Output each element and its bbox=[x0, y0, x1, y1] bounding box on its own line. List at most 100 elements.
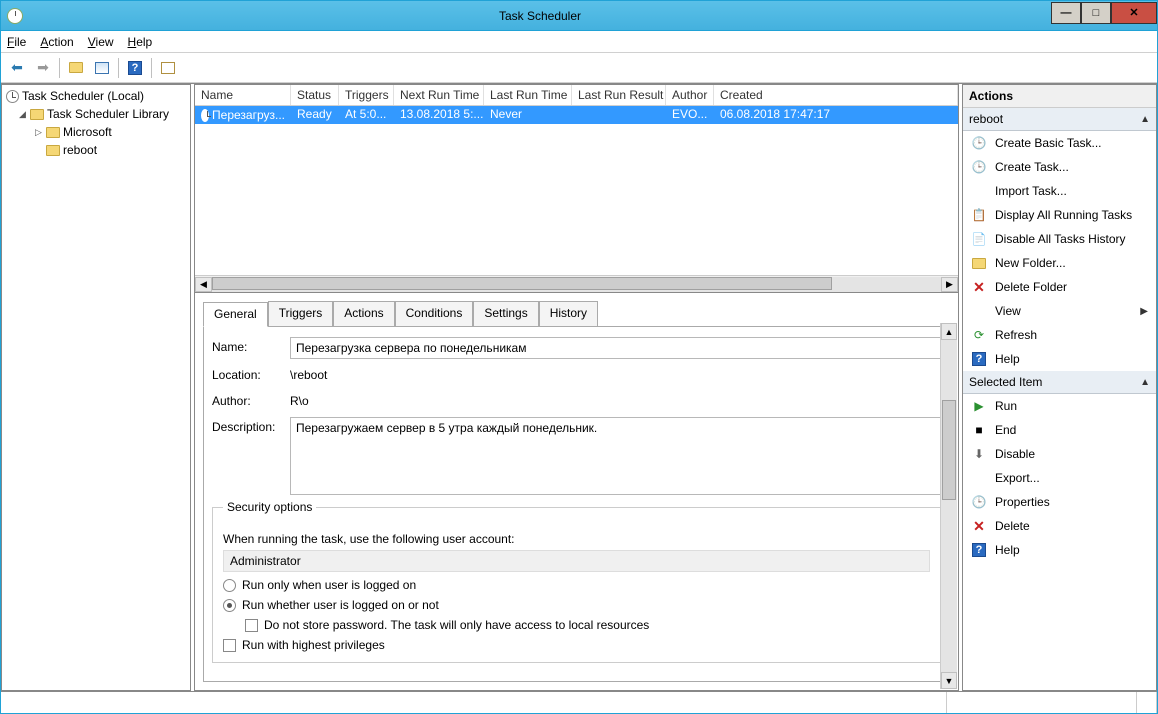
minimize-button[interactable]: — bbox=[1051, 2, 1081, 24]
col-status[interactable]: Status bbox=[291, 85, 339, 105]
action-view[interactable]: View▶ bbox=[963, 299, 1156, 323]
folder-icon bbox=[69, 62, 83, 73]
task-list-body: Перезагруз... Ready At 5:0... 13.08.2018… bbox=[195, 106, 958, 275]
field-name[interactable]: Перезагрузка сервера по понедельникам bbox=[290, 337, 941, 359]
scroll-right-button[interactable]: ▶ bbox=[941, 277, 958, 292]
menu-view[interactable]: View bbox=[88, 35, 114, 49]
check-highest-label: Run with highest privileges bbox=[242, 638, 385, 652]
field-author: R\o bbox=[290, 391, 941, 411]
action-label: Import Task... bbox=[995, 184, 1067, 198]
back-button[interactable]: ⬅ bbox=[5, 56, 29, 80]
forward-button[interactable]: ➡ bbox=[31, 56, 55, 80]
col-author[interactable]: Author bbox=[666, 85, 714, 105]
actions-header-reboot[interactable]: reboot▲ bbox=[963, 108, 1156, 131]
action-export[interactable]: Export... bbox=[963, 466, 1156, 490]
cell-name: Перезагруз... bbox=[212, 108, 285, 122]
scroll-left-button[interactable]: ◀ bbox=[195, 277, 212, 292]
toolbar-folder-button[interactable] bbox=[64, 56, 88, 80]
tab-actions[interactable]: Actions bbox=[333, 301, 394, 326]
actions-pane: Actions reboot▲ 🕒Create Basic Task... 🕒C… bbox=[962, 84, 1157, 691]
action-disable[interactable]: ⬇Disable bbox=[963, 442, 1156, 466]
tree-reboot[interactable]: reboot bbox=[4, 141, 188, 159]
expander-icon[interactable]: ▷ bbox=[34, 128, 43, 137]
tree-library[interactable]: ◢ Task Scheduler Library bbox=[4, 105, 188, 123]
action-delete-folder[interactable]: ✕Delete Folder bbox=[963, 275, 1156, 299]
content: Task Scheduler (Local) ◢ Task Scheduler … bbox=[1, 83, 1157, 691]
action-create-basic[interactable]: 🕒Create Basic Task... bbox=[963, 131, 1156, 155]
action-end[interactable]: ■End bbox=[963, 418, 1156, 442]
running-icon: 📋 bbox=[971, 207, 987, 223]
toolbar-pane-button[interactable] bbox=[90, 56, 114, 80]
toolbar-help-button[interactable]: ? bbox=[123, 56, 147, 80]
scroll-thumb[interactable] bbox=[212, 277, 832, 290]
label-author: Author: bbox=[212, 391, 282, 408]
col-lastrun[interactable]: Last Run Time bbox=[484, 85, 572, 105]
col-nextrun[interactable]: Next Run Time bbox=[394, 85, 484, 105]
scroll-track[interactable] bbox=[212, 277, 941, 292]
window-title: Task Scheduler bbox=[29, 9, 1051, 23]
action-help[interactable]: ?Help bbox=[963, 347, 1156, 371]
menu-action[interactable]: Action bbox=[40, 35, 73, 49]
actions-header-label: reboot bbox=[969, 112, 1003, 126]
tree-microsoft[interactable]: ▷ Microsoft bbox=[4, 123, 188, 141]
tab-general[interactable]: General bbox=[203, 302, 268, 327]
action-new-folder[interactable]: New Folder... bbox=[963, 251, 1156, 275]
action-create[interactable]: 🕒Create Task... bbox=[963, 155, 1156, 179]
separator bbox=[59, 58, 60, 78]
vscrollbar[interactable]: ▲ ▼ bbox=[940, 323, 957, 689]
tree-root[interactable]: Task Scheduler (Local) bbox=[4, 87, 188, 105]
cell-lastrun: Never bbox=[484, 106, 572, 124]
action-refresh[interactable]: ⟳Refresh bbox=[963, 323, 1156, 347]
action-disable-history[interactable]: 📄Disable All Tasks History bbox=[963, 227, 1156, 251]
action-properties[interactable]: 🕒Properties bbox=[963, 490, 1156, 514]
scroll-thumb[interactable] bbox=[942, 400, 956, 500]
action-label: Run bbox=[995, 399, 1017, 413]
action-run[interactable]: ▶Run bbox=[963, 394, 1156, 418]
scroll-up-button[interactable]: ▲ bbox=[941, 323, 957, 340]
field-location: \reboot bbox=[290, 365, 941, 385]
action-label: View bbox=[995, 304, 1132, 318]
close-button[interactable]: ✕ bbox=[1111, 2, 1157, 24]
statusbar bbox=[1, 691, 1157, 713]
tab-settings[interactable]: Settings bbox=[473, 301, 538, 326]
delete-icon: ✕ bbox=[971, 518, 987, 534]
scroll-down-button[interactable]: ▼ bbox=[941, 672, 957, 689]
col-name[interactable]: Name bbox=[195, 85, 291, 105]
scroll-track[interactable] bbox=[941, 340, 957, 672]
action-label: Disable bbox=[995, 447, 1035, 461]
actions-header-selected[interactable]: Selected Item▲ bbox=[963, 371, 1156, 394]
hscrollbar[interactable]: ◀ ▶ bbox=[195, 275, 958, 292]
field-description[interactable]: Перезагружаем сервер в 5 утра каждый пон… bbox=[290, 417, 941, 495]
radio-icon bbox=[223, 599, 236, 612]
radio-whether-label: Run whether user is logged on or not bbox=[242, 598, 439, 612]
maximize-button[interactable]: □ bbox=[1081, 2, 1111, 24]
new-folder-icon bbox=[971, 255, 987, 271]
tab-history[interactable]: History bbox=[539, 301, 598, 326]
action-import[interactable]: Import Task... bbox=[963, 179, 1156, 203]
col-created[interactable]: Created bbox=[714, 85, 958, 105]
task-row[interactable]: Перезагруз... Ready At 5:0... 13.08.2018… bbox=[195, 106, 958, 124]
col-lastresult[interactable]: Last Run Result bbox=[572, 85, 666, 105]
action-delete[interactable]: ✕Delete bbox=[963, 514, 1156, 538]
toolbar-calendar-button[interactable] bbox=[156, 56, 180, 80]
tab-conditions[interactable]: Conditions bbox=[395, 301, 474, 326]
check-nopass[interactable]: Do not store password. The task will onl… bbox=[223, 618, 930, 632]
separator bbox=[151, 58, 152, 78]
label-name: Name: bbox=[212, 337, 282, 354]
stop-icon: ■ bbox=[971, 422, 987, 438]
scheduler-icon bbox=[6, 90, 19, 103]
check-highest[interactable]: Run with highest privileges bbox=[223, 638, 930, 652]
folder-icon bbox=[30, 109, 44, 120]
col-triggers[interactable]: Triggers bbox=[339, 85, 394, 105]
expander-icon[interactable]: ◢ bbox=[18, 110, 27, 119]
radio-whether[interactable]: Run whether user is logged on or not bbox=[223, 598, 930, 612]
delete-icon: ✕ bbox=[971, 279, 987, 295]
security-account: Administrator bbox=[223, 550, 930, 572]
action-display-running[interactable]: 📋Display All Running Tasks bbox=[963, 203, 1156, 227]
tab-triggers[interactable]: Triggers bbox=[268, 301, 334, 326]
radio-logged-on[interactable]: Run only when user is logged on bbox=[223, 578, 930, 592]
action-help2[interactable]: ?Help bbox=[963, 538, 1156, 562]
menu-help[interactable]: Help bbox=[128, 35, 153, 49]
checkbox-icon bbox=[223, 639, 236, 652]
menu-file[interactable]: File bbox=[7, 35, 26, 49]
